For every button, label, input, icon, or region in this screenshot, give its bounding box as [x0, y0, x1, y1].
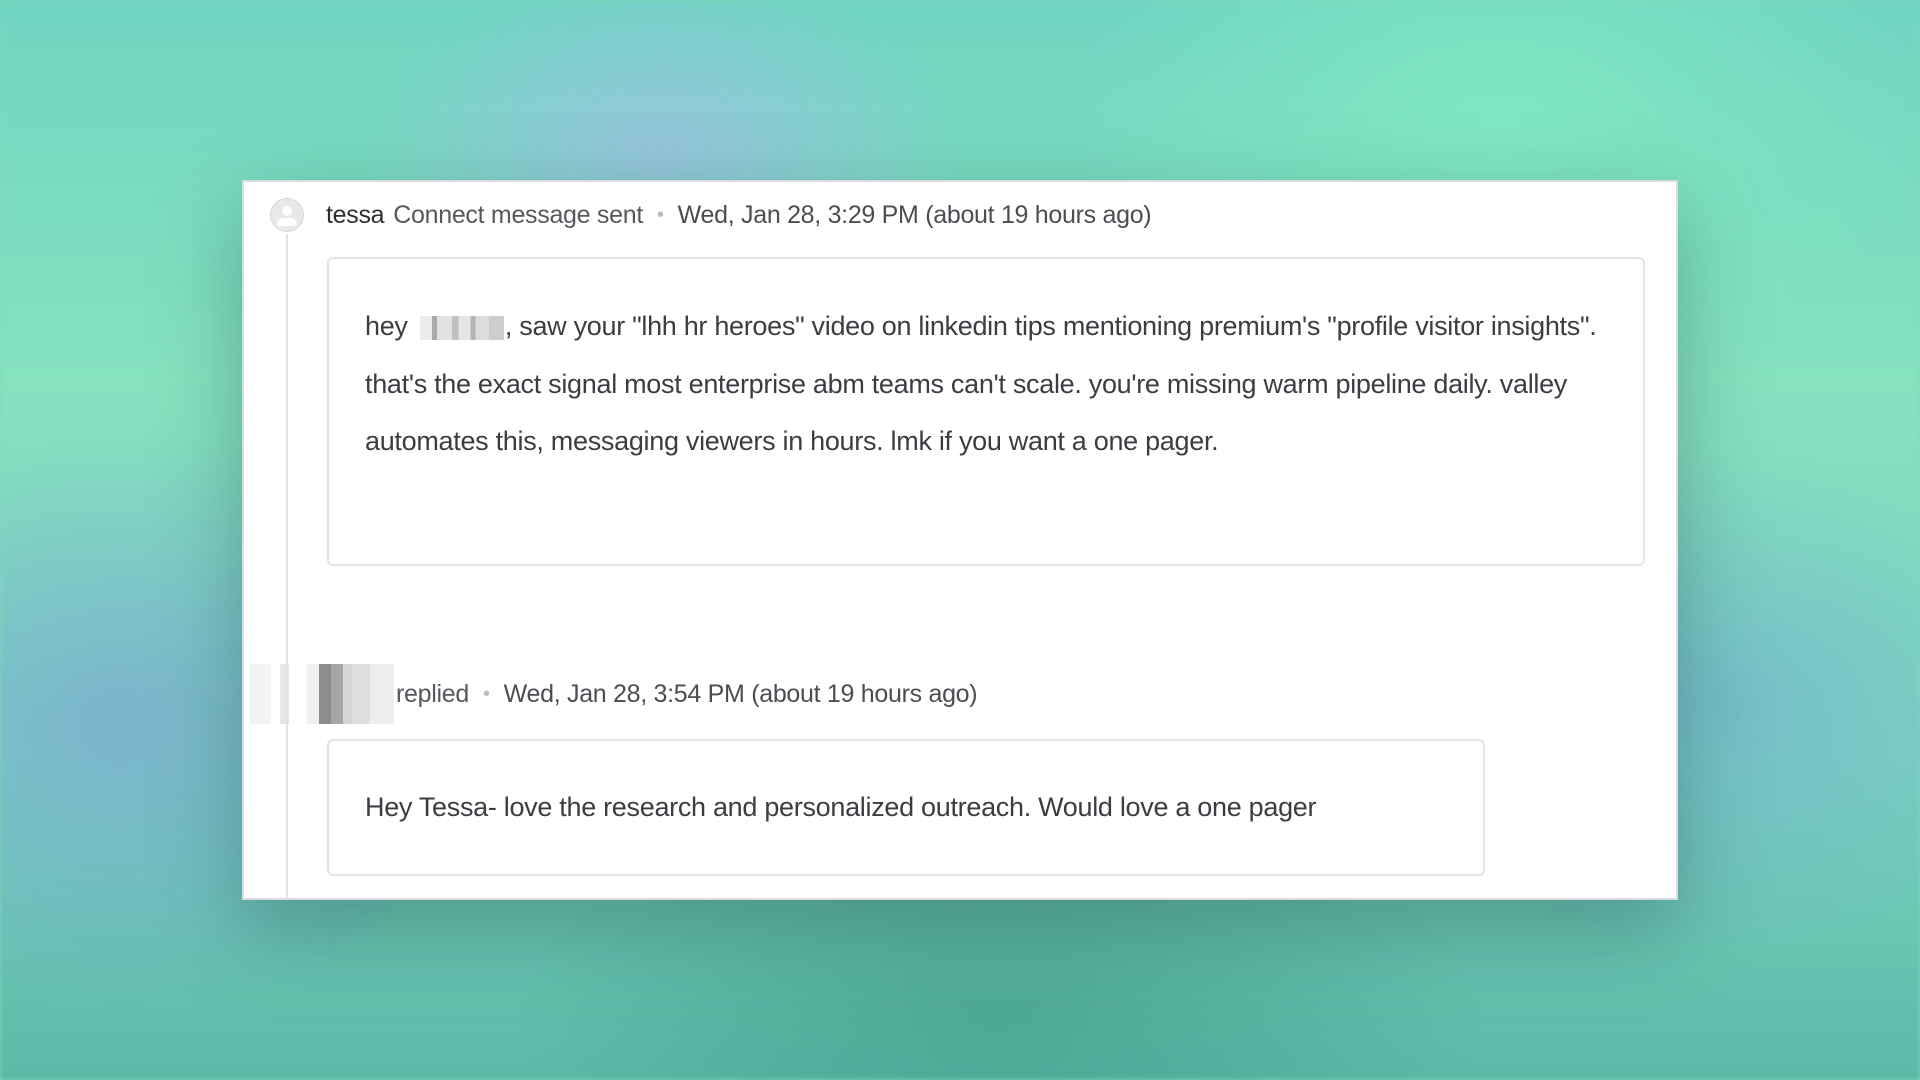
reply-action-label: replied	[396, 679, 469, 708]
sender-avatar-icon[interactable]	[270, 198, 304, 232]
redacted-replier-name	[244, 664, 394, 724]
message-header-reply: replied • Wed, Jan 28, 3:54 PM (about 19…	[244, 664, 978, 724]
message-text-start: hey	[365, 311, 415, 341]
reply-timestamp: Wed, Jan 28, 3:54 PM (about 19 hours ago…	[503, 679, 978, 708]
message-timestamp: Wed, Jan 28, 3:29 PM (about 19 hours ago…	[677, 200, 1152, 229]
redacted-recipient-name	[419, 315, 504, 340]
message-header-sent: tessa Connect message sent • Wed, Jan 28…	[326, 198, 1152, 232]
message-action-label: Connect message sent	[393, 200, 643, 229]
separator-dot: •	[482, 682, 490, 705]
reply-message-text: Hey Tessa- love the research and persona…	[365, 792, 1317, 822]
reply-message-bubble: Hey Tessa- love the research and persona…	[327, 739, 1485, 876]
thread-timeline-line	[286, 234, 288, 898]
separator-dot: •	[656, 203, 664, 226]
sender-name[interactable]: tessa	[326, 201, 385, 230]
message-text-rest: , saw your "lhh hr heroes" video on link…	[365, 311, 1597, 456]
sent-message-bubble: hey , saw your "lhh hr heroes" video on …	[327, 257, 1645, 566]
message-thread-card: tessa Connect message sent • Wed, Jan 28…	[242, 180, 1678, 900]
